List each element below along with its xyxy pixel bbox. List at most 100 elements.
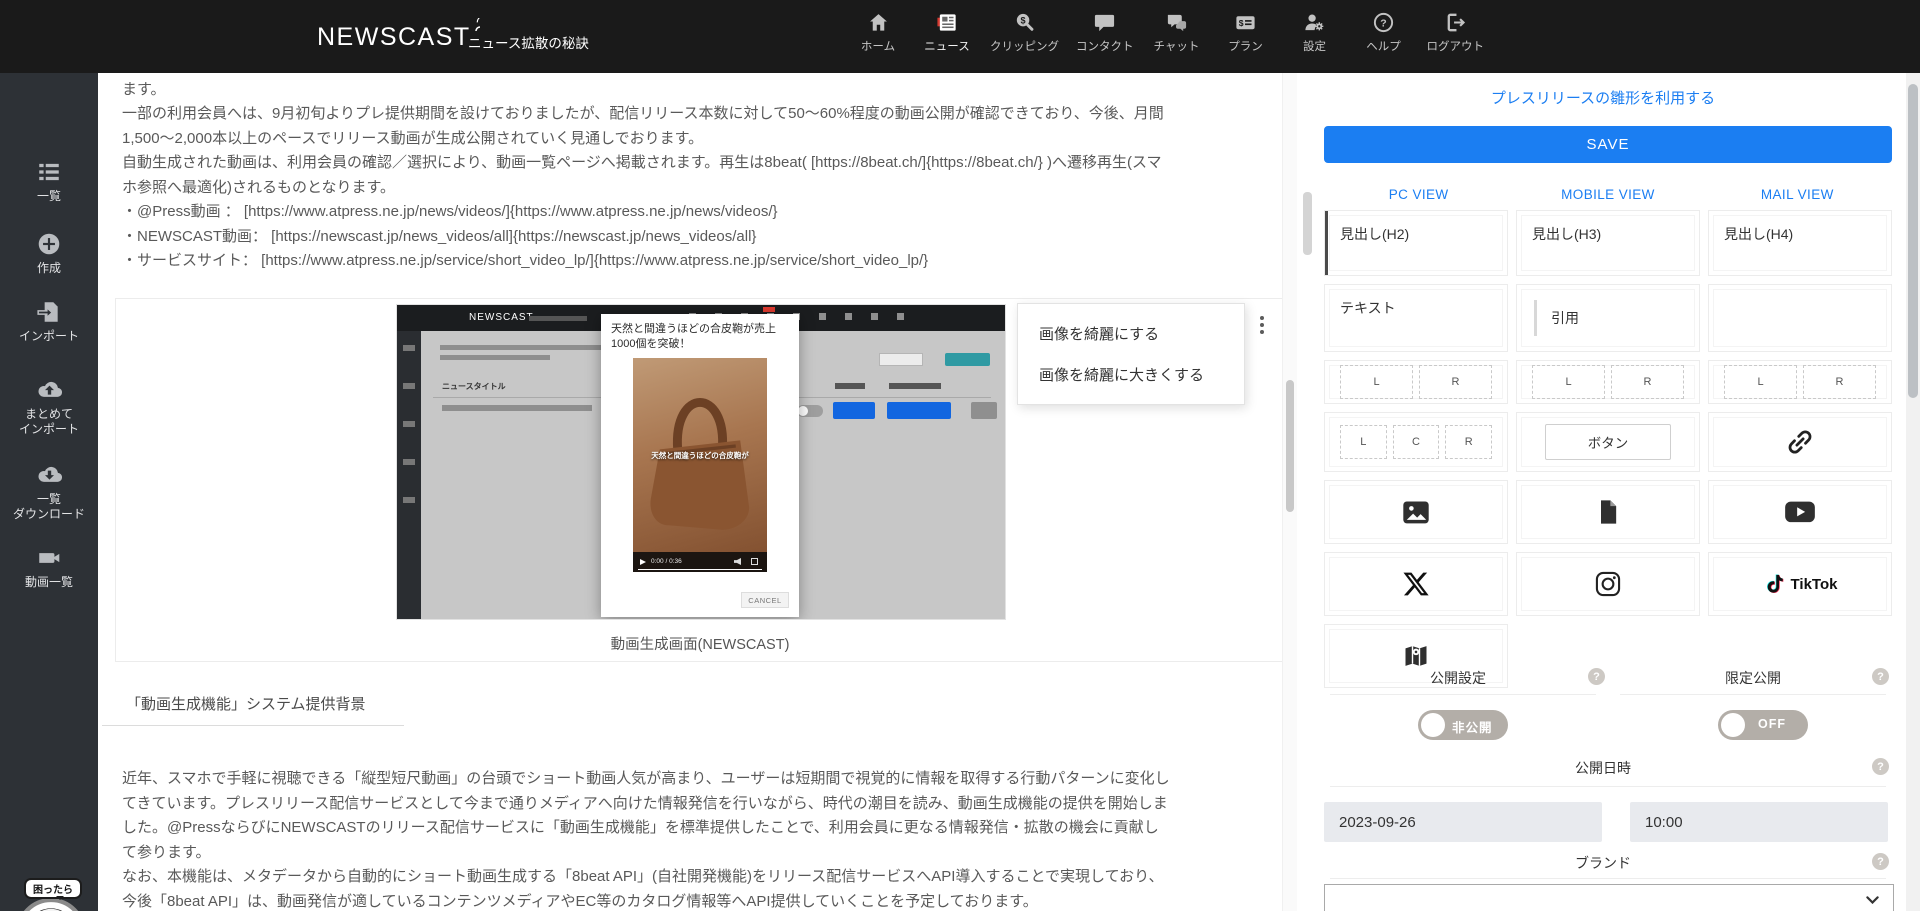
nav-settings[interactable]: 設定 xyxy=(1289,11,1341,54)
block-heading-h3[interactable]: 見出し(H3) xyxy=(1516,210,1700,276)
divider xyxy=(1620,694,1886,695)
plan-card-icon: $ xyxy=(1234,11,1257,34)
col-left: L xyxy=(1532,365,1605,399)
block-file[interactable] xyxy=(1516,480,1700,544)
content-scrollbar-track[interactable] xyxy=(1282,73,1297,911)
editor-content: ます。 一部の利用会員へは、9月初旬よりプレ提供期間を設けておりましたが、配信リ… xyxy=(98,73,1282,911)
block-quote[interactable]: 引用 xyxy=(1516,284,1700,352)
publish-datetime-label: 公開日時 xyxy=(1300,758,1906,778)
image-caption: 動画生成画面(NEWSCAST) xyxy=(116,633,1284,654)
mini-row-text xyxy=(442,405,592,411)
block-instagram[interactable] xyxy=(1516,552,1700,616)
mini-nav-icon xyxy=(819,313,826,320)
mini-modal-title: 天然と間違うほどの合皮鞄が売上1000個を突破！ xyxy=(611,322,791,352)
brand-select[interactable] xyxy=(1324,884,1894,911)
mini-blue-button xyxy=(833,402,875,419)
tab-mobile-view[interactable]: MOBILE VIEW xyxy=(1513,187,1702,202)
top-navigation: ホーム ニュース $ xyxy=(852,11,1484,54)
block-tiktok[interactable]: TikTok xyxy=(1708,552,1892,616)
save-button[interactable]: SAVE xyxy=(1324,126,1892,163)
nav-news[interactable]: ニュース xyxy=(921,11,973,54)
datetime-help-icon[interactable]: ? xyxy=(1872,758,1889,775)
nav-plan[interactable]: $ プラン xyxy=(1220,11,1272,54)
panel-scrollbar-track[interactable] xyxy=(1906,73,1920,911)
nav-home[interactable]: ホーム xyxy=(852,11,904,54)
link-list-item: ・サービスサイト： [https://www.atpress.ne.jp/ser… xyxy=(122,249,1167,274)
sidebar-item-video-list[interactable]: 動画一覧 xyxy=(0,545,98,589)
link-icon xyxy=(1785,427,1815,457)
sidebar-item-bulk-import[interactable]: まとめて インポート xyxy=(0,376,98,436)
panel-scrollbar-thumb[interactable] xyxy=(1908,84,1918,398)
embedded-screenshot-image[interactable]: NEWSCAST xyxy=(397,305,1005,619)
col-center: C xyxy=(1393,425,1440,459)
divider xyxy=(1330,694,1596,695)
user-gear-icon xyxy=(1303,11,1326,34)
publish-help-icon[interactable]: ? xyxy=(1588,668,1605,685)
block-two-col-layout[interactable]: L R xyxy=(1516,360,1700,404)
sidebar-item-list-download[interactable]: 一覧 ダウンロード xyxy=(0,461,98,521)
nav-chat[interactable]: チャット xyxy=(1151,11,1203,54)
chat-bubbles-icon xyxy=(1165,11,1188,34)
menu-item-enhance-enlarge-image[interactable]: 画像を綺麗に大きくする xyxy=(1018,354,1244,395)
body-paragraphs: 近年、スマホで手軽に視聴できる「縦型短尺動画」の台頭でショート動画人気が高まり、… xyxy=(122,767,1172,911)
publish-toggle-state: 非公開 xyxy=(1452,717,1493,736)
brand-label: ブランド xyxy=(1300,853,1906,873)
block-button[interactable]: ボタン xyxy=(1516,412,1700,472)
support-avatar[interactable] xyxy=(15,897,87,911)
limited-toggle[interactable]: OFF xyxy=(1718,710,1808,740)
block-three-col-layout[interactable]: L C R xyxy=(1324,412,1508,472)
content-scrollbar-thumb[interactable] xyxy=(1286,380,1294,512)
publish-toggle[interactable]: 非公開 xyxy=(1418,710,1508,740)
mini-sidebar-item xyxy=(403,497,415,503)
tiktok-label: TikTok xyxy=(1791,576,1838,593)
mini-red-badge xyxy=(763,307,775,312)
kebab-menu-icon[interactable] xyxy=(1253,313,1271,339)
mini-text-blob xyxy=(440,345,610,350)
block-image[interactable] xyxy=(1324,480,1508,544)
menu-item-enhance-image[interactable]: 画像を綺麗にする xyxy=(1018,313,1244,354)
text-cursor-bar xyxy=(1325,211,1328,275)
file-import-icon xyxy=(36,299,62,325)
limited-help-icon[interactable]: ? xyxy=(1872,668,1889,685)
block-youtube[interactable] xyxy=(1708,480,1892,544)
block-link[interactable] xyxy=(1708,412,1892,472)
mini-sidebar-item xyxy=(403,459,415,465)
col-left: L xyxy=(1340,425,1387,459)
brand-help-icon[interactable]: ? xyxy=(1872,853,1889,870)
news-icon xyxy=(936,11,959,34)
col-right: R xyxy=(1611,365,1684,399)
block-heading-h4[interactable]: 見出し(H4) xyxy=(1708,210,1892,276)
section-heading: 「動画生成機能」システム提供背景 xyxy=(126,693,366,714)
publish-time-input[interactable]: 10:00 xyxy=(1630,802,1888,842)
block-empty[interactable] xyxy=(1708,284,1892,352)
use-template-link[interactable]: プレスリリースの雛形を利用する xyxy=(1300,87,1906,108)
sidebar-item-import[interactable]: インポート xyxy=(0,299,98,343)
nav-logout[interactable]: ログアウト xyxy=(1427,11,1485,54)
instagram-icon xyxy=(1594,570,1622,598)
col-right: R xyxy=(1445,425,1492,459)
block-x-twitter[interactable] xyxy=(1324,552,1508,616)
list-icon xyxy=(36,159,62,185)
block-heading-h2[interactable]: 見出し(H2) xyxy=(1324,210,1508,276)
tab-mail-view[interactable]: MAIL VIEW xyxy=(1703,187,1892,202)
sidebar-item-list[interactable]: 一覧 xyxy=(0,159,98,203)
fullscreen-icon xyxy=(751,558,758,565)
svg-text:$: $ xyxy=(1239,18,1244,28)
block-text[interactable]: テキスト xyxy=(1324,284,1508,352)
nav-clipping[interactable]: $ クリッピング xyxy=(990,11,1059,54)
link-list: ・@Press動画 ： [https://www.atpress.ne.jp/n… xyxy=(122,200,1167,274)
map-icon xyxy=(1402,642,1430,670)
tab-pc-view[interactable]: PC VIEW xyxy=(1324,187,1513,202)
nav-help[interactable]: ? ヘルプ xyxy=(1358,11,1410,54)
nav-contact[interactable]: コンタクト xyxy=(1076,11,1134,54)
block-two-col-layout[interactable]: L R xyxy=(1708,360,1892,404)
sidebar-item-create[interactable]: 作成 xyxy=(0,231,98,275)
block-two-col-layout[interactable]: L R xyxy=(1324,360,1508,404)
mini-logo: NEWSCAST xyxy=(469,312,534,323)
publish-date-input[interactable]: 2023-09-26 xyxy=(1324,802,1602,842)
mini-video-controls: 0:00 / 0:36 xyxy=(633,552,767,572)
col-left: L xyxy=(1724,365,1797,399)
preview-scrollbar-thumb[interactable] xyxy=(1303,192,1312,255)
mini-nav-icon xyxy=(871,313,878,320)
newscast-logo[interactable]: NEWSCAST xyxy=(317,24,489,50)
